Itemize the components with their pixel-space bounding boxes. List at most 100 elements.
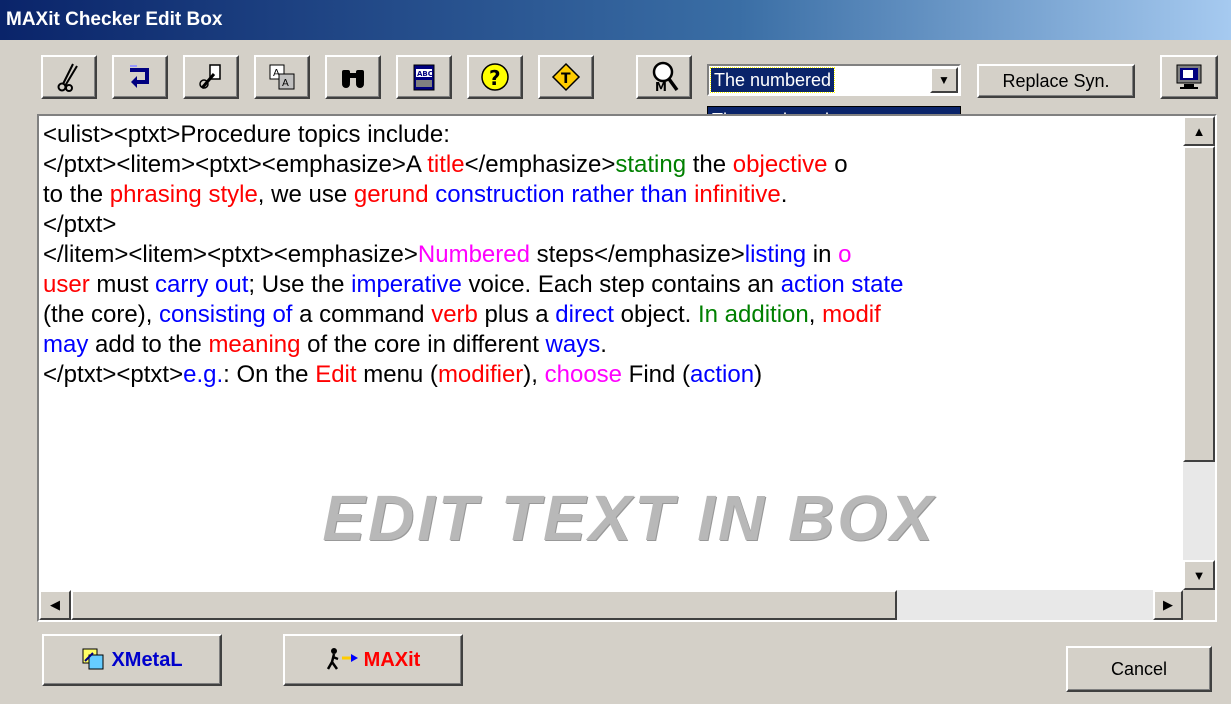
- monitor-button[interactable]: [1160, 55, 1218, 99]
- svg-text:M: M: [655, 80, 667, 94]
- scroll-left-button[interactable]: ◀: [39, 590, 71, 620]
- window-title: MAXit Checker Edit Box: [0, 0, 1231, 40]
- arrow-up-icon: ▲: [1192, 123, 1206, 139]
- editor-text-segment: gerund: [353, 181, 429, 208]
- editor-line: </ptxt><ptxt>e.g.: On the Edit menu (mod…: [43, 360, 1173, 390]
- vertical-scroll-thumb[interactable]: [1183, 146, 1215, 462]
- editor-text-segment: choose: [544, 361, 623, 388]
- combo-dropdown-button[interactable]: ▼: [930, 67, 958, 93]
- vertical-scrollbar[interactable]: ▲ ▼: [1183, 116, 1215, 590]
- scroll-up-button[interactable]: ▲: [1183, 116, 1215, 146]
- svg-text:ABC: ABC: [417, 70, 433, 78]
- editor-text-segment: </litem><litem><ptxt><emphasize>: [43, 241, 418, 268]
- arrow-down-icon: ▼: [1192, 567, 1206, 583]
- magnify-maxit-button[interactable]: M: [636, 55, 692, 99]
- arrow-right-icon: ▶: [1163, 597, 1173, 612]
- horizontal-scroll-thumb[interactable]: [71, 590, 897, 620]
- editor-text-segment: infinitive: [694, 181, 781, 208]
- help-button[interactable]: ?: [467, 55, 523, 99]
- maxit-label: MAXit: [363, 648, 421, 671]
- walking-man-icon: [326, 648, 358, 670]
- editor-text-segment: voice. Each step contains an: [461, 271, 781, 298]
- maxit-button[interactable]: MAXit: [283, 634, 463, 686]
- editor-text-segment: objective: [732, 151, 828, 178]
- thesaurus-icon: T: [551, 62, 581, 92]
- editor-text-segment: : On the: [223, 361, 316, 388]
- editor-text-segment: , we use: [257, 181, 354, 208]
- editor-text-segment: o: [838, 241, 852, 268]
- editor-text-segment: phrasing style: [109, 181, 258, 208]
- translate-button[interactable]: AA: [254, 55, 310, 99]
- editor-line: </ptxt><litem><ptxt><emphasize>A title</…: [43, 150, 1173, 180]
- xmetal-label: XMetaL: [111, 648, 183, 671]
- editor-text-segment: ; Use the: [248, 271, 352, 298]
- editor-text-segment: verb: [431, 301, 478, 328]
- xmetal-button[interactable]: XMetaL: [42, 634, 222, 686]
- editor-text-segment: ),: [523, 361, 545, 388]
- return-icon: [130, 65, 149, 88]
- thesaurus-button[interactable]: T: [538, 55, 594, 99]
- editor-text-segment: a command: [292, 301, 432, 328]
- editor-text-segment: .: [780, 181, 788, 208]
- editor-text-segment: ,: [808, 301, 823, 328]
- editor-text-segment: <ulist><ptxt>Procedure topics include:: [43, 121, 450, 148]
- help-icon: ?: [481, 63, 509, 91]
- editor-text-segment: meaning: [208, 331, 301, 358]
- editor-text-segment: modif: [822, 301, 881, 328]
- editor-text-segment: modifier: [437, 361, 524, 388]
- edit-text-box[interactable]: <ulist><ptxt>Procedure topics include: </…: [37, 114, 1217, 622]
- edit-watermark: EDIT TEXT IN BOX: [322, 482, 936, 554]
- editor-line: to the phrasing style, we use gerund con…: [43, 180, 1173, 210]
- translate-icon: AA: [269, 64, 295, 90]
- editor-line: (the core), consisting of a command verb…: [43, 300, 1173, 330]
- editor-text-segment: Edit: [315, 361, 357, 388]
- chevron-down-icon: ▼: [938, 73, 950, 87]
- editor-text-segment: (the core),: [43, 301, 160, 328]
- editor-line: </ptxt>: [43, 210, 1173, 240]
- eraser-button[interactable]: [183, 55, 239, 99]
- editor-text-segment: the: [686, 151, 733, 178]
- editor-text-segment: </ptxt><litem><ptxt><emphasize>A: [43, 151, 428, 178]
- eraser-icon: [199, 64, 221, 89]
- xmetal-icon: [82, 648, 104, 670]
- editor-line: may add to the meaning of the core in di…: [43, 330, 1173, 360]
- editor-text-segment: Find (: [622, 361, 691, 388]
- dictionary-button[interactable]: ABC: [396, 55, 452, 99]
- editor-text-segment: action: [690, 361, 755, 388]
- replace-synonym-button[interactable]: Replace Syn.: [977, 64, 1135, 98]
- editor-text-segment: object.: [613, 301, 698, 328]
- scroll-down-button[interactable]: ▼: [1183, 560, 1215, 590]
- editor-text-segment: to the: [43, 181, 110, 208]
- svg-text:T: T: [561, 71, 571, 87]
- editor-text-segment: stating: [615, 151, 687, 178]
- editor-text-segment: </emphasize>: [464, 151, 616, 178]
- dictionary-icon: ABC: [413, 64, 435, 91]
- editor-text-segment: ): [754, 361, 763, 388]
- arrow-left-icon: ◀: [50, 597, 60, 612]
- editor-text-segment: o: [827, 151, 848, 178]
- svg-text:A: A: [282, 78, 289, 89]
- editor-text-segment: consisting of: [159, 301, 293, 328]
- monitor-icon: [1176, 64, 1202, 89]
- binoculars-icon: [342, 70, 364, 88]
- return-button[interactable]: [112, 55, 168, 99]
- editor-text-segment: may: [43, 331, 89, 358]
- editor-text-segment: carry out: [155, 271, 249, 298]
- editor-line: <ulist><ptxt>Procedure topics include:: [43, 120, 1173, 150]
- editor-text-segment: plus a: [477, 301, 556, 328]
- editor-text-segment: Numbered: [417, 241, 530, 268]
- editor-line: user must carry out; Use the imperative …: [43, 270, 1173, 300]
- cut-button[interactable]: [41, 55, 97, 99]
- editor-text-segment: listing: [744, 241, 807, 268]
- editor-text-segment: construction rather than: [435, 181, 688, 208]
- combo-value: The numbered: [709, 67, 836, 93]
- editor-text-segment: action state: [780, 271, 904, 298]
- synonym-combo[interactable]: The numbered ▼: [707, 64, 961, 96]
- find-button[interactable]: [325, 55, 381, 99]
- editor-text-segment: steps</emphasize>: [529, 241, 745, 268]
- editor-text-segment: in: [806, 241, 839, 268]
- horizontal-scrollbar[interactable]: ◀ ▶: [39, 590, 1183, 620]
- editor-text-segment: user: [43, 271, 90, 298]
- cancel-button[interactable]: Cancel: [1066, 646, 1212, 692]
- scroll-right-button[interactable]: ▶: [1153, 590, 1183, 620]
